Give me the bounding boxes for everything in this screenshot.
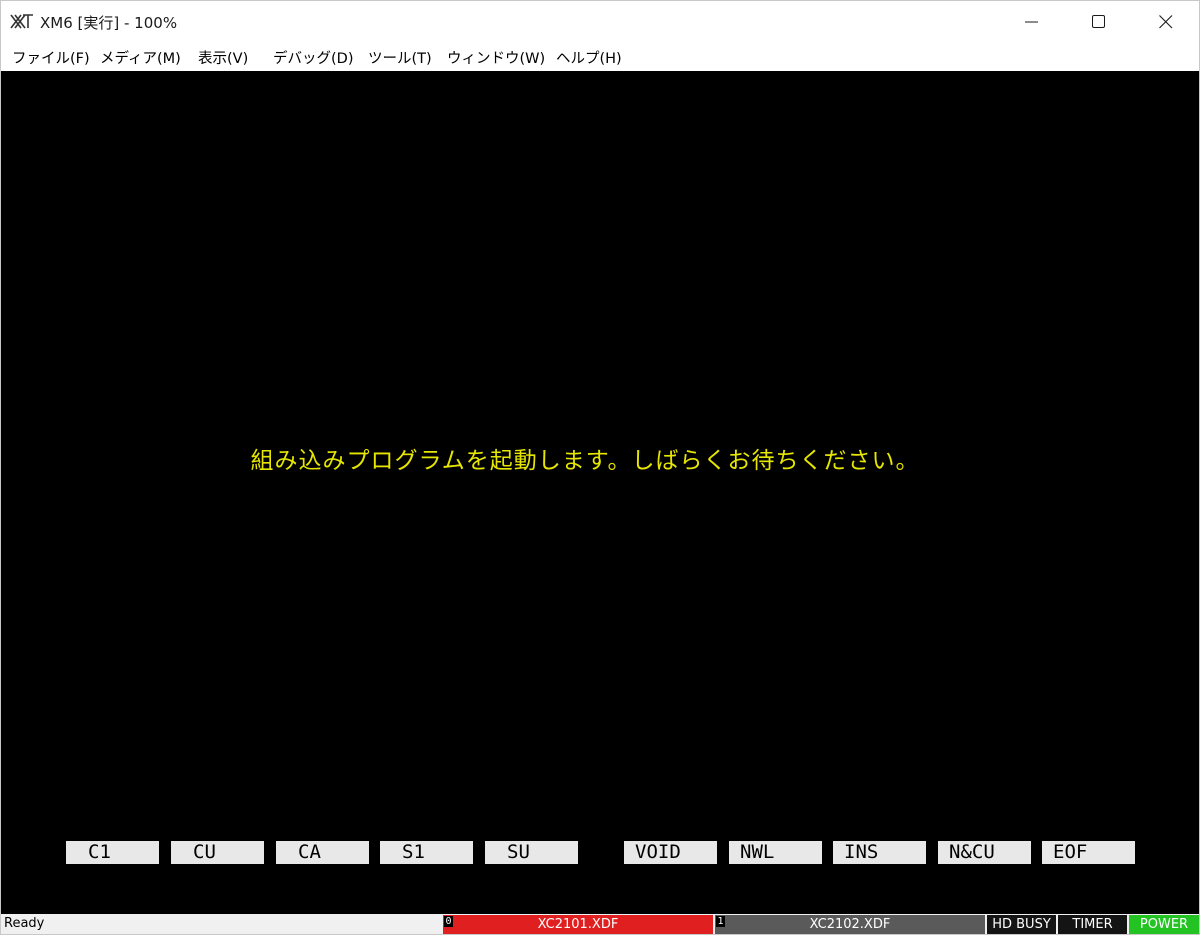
menu-view[interactable]: 表示(V) [198,47,248,68]
menu-file[interactable]: ファイル(F) [12,47,90,68]
function-key-10: EOF [1042,841,1135,864]
menu-help[interactable]: ヘルプ(H) [556,47,622,68]
status-bar: Ready 0 XC2101.XDF 1 XC2102.XDF HD BUSY … [1,914,1199,934]
function-key-3: CA [276,841,369,864]
function-key-label: C1 [88,841,111,863]
function-key-label: INS [844,841,879,863]
function-key-label: N&CU [949,841,995,863]
hd-busy-indicator: HD BUSY [987,915,1056,934]
status-text: Ready [4,916,45,931]
menu-bar: ファイル(F) メディア(M) 表示(V) デバッグ(D) ツール(T) ウィン… [1,43,1199,71]
maximize-button[interactable] [1065,1,1132,43]
function-key-label: S1 [402,841,425,863]
x68000-logo-icon [10,14,33,29]
close-icon [1159,15,1173,29]
fdd1-filename: XC2102.XDF [809,917,891,932]
function-key-9: N&CU [938,841,1031,864]
function-key-6: VOID [624,841,717,864]
function-key-label: VOID [635,841,681,863]
maximize-icon [1092,15,1105,28]
boot-message: 組み込みプログラムを起動します。しばらくお待ちください。 [250,448,920,474]
function-key-2: CU [171,841,264,864]
function-key-label: CA [298,841,321,863]
timer-indicator: TIMER [1058,915,1127,934]
minimize-button[interactable] [998,1,1065,43]
fdd1-indicator[interactable]: 1 XC2102.XDF [715,915,985,934]
title-bar[interactable]: XM6 [実行] - 100% [1,1,1199,43]
function-key-5: SU [485,841,578,864]
menu-debug[interactable]: デバッグ(D) [273,47,353,68]
emulator-screen[interactable]: 組み込みプログラムを起動します。しばらくお待ちください。 C1 CU CA S1… [1,71,1199,914]
function-key-1: C1 [66,841,159,864]
function-key-7: NWL [729,841,822,864]
function-key-label: CU [193,841,216,863]
power-indicator: POWER [1129,915,1199,934]
function-key-8: INS [833,841,926,864]
function-key-label: SU [507,841,530,863]
window-title: XM6 [実行] - 100% [40,14,178,32]
function-key-4: S1 [380,841,473,864]
fdd0-filename: XC2101.XDF [537,917,619,932]
menu-media[interactable]: メディア(M) [100,47,181,68]
close-button[interactable] [1132,1,1199,43]
minimize-icon [1025,21,1038,23]
function-key-label: NWL [740,841,775,863]
app-window: XM6 [実行] - 100% ファイル(F) メディア(M) 表示(V) デバ… [0,0,1200,935]
menu-window[interactable]: ウィンドウ(W) [447,47,545,68]
fdd0-indicator[interactable]: 0 XC2101.XDF [443,915,713,934]
function-key-label: EOF [1053,841,1088,863]
menu-tools[interactable]: ツール(T) [368,47,432,68]
